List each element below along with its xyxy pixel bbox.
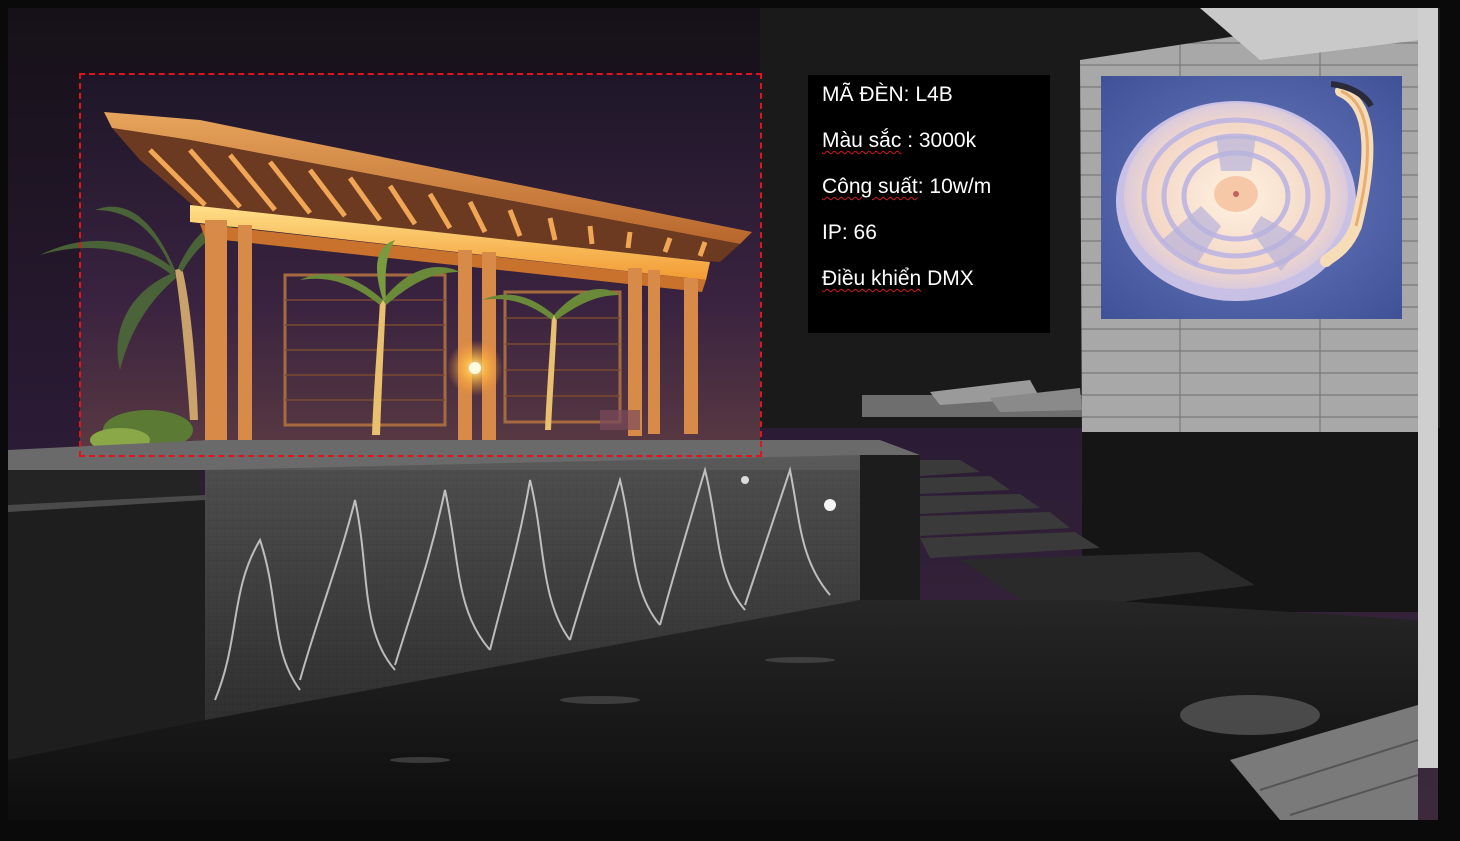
spec-ip: IP: 66: [822, 221, 877, 244]
spec-color-label: Màu sắc: [822, 129, 902, 152]
spec-control-value: DMX: [921, 267, 974, 290]
spec-panel: MÃ ĐÈN: L4B Màu sắc : 3000k Công suất: 1…: [808, 75, 1050, 333]
spec-color-temp: Màu sắc : 3000k: [822, 129, 1050, 152]
spec-power-value: : 10w/m: [917, 175, 992, 198]
spec-power-label: Công suất: [822, 175, 918, 198]
spec-power: Công suất: 10w/m: [822, 175, 1050, 198]
spec-color-value: : 3000k: [901, 129, 977, 152]
led-strip-reel-photo: [1101, 76, 1402, 319]
spec-control: Điều khiển DMX: [822, 267, 1050, 290]
spec-code: MÃ ĐÈN: L4B: [822, 83, 953, 106]
spec-control-label: Điều khiển: [822, 267, 922, 290]
